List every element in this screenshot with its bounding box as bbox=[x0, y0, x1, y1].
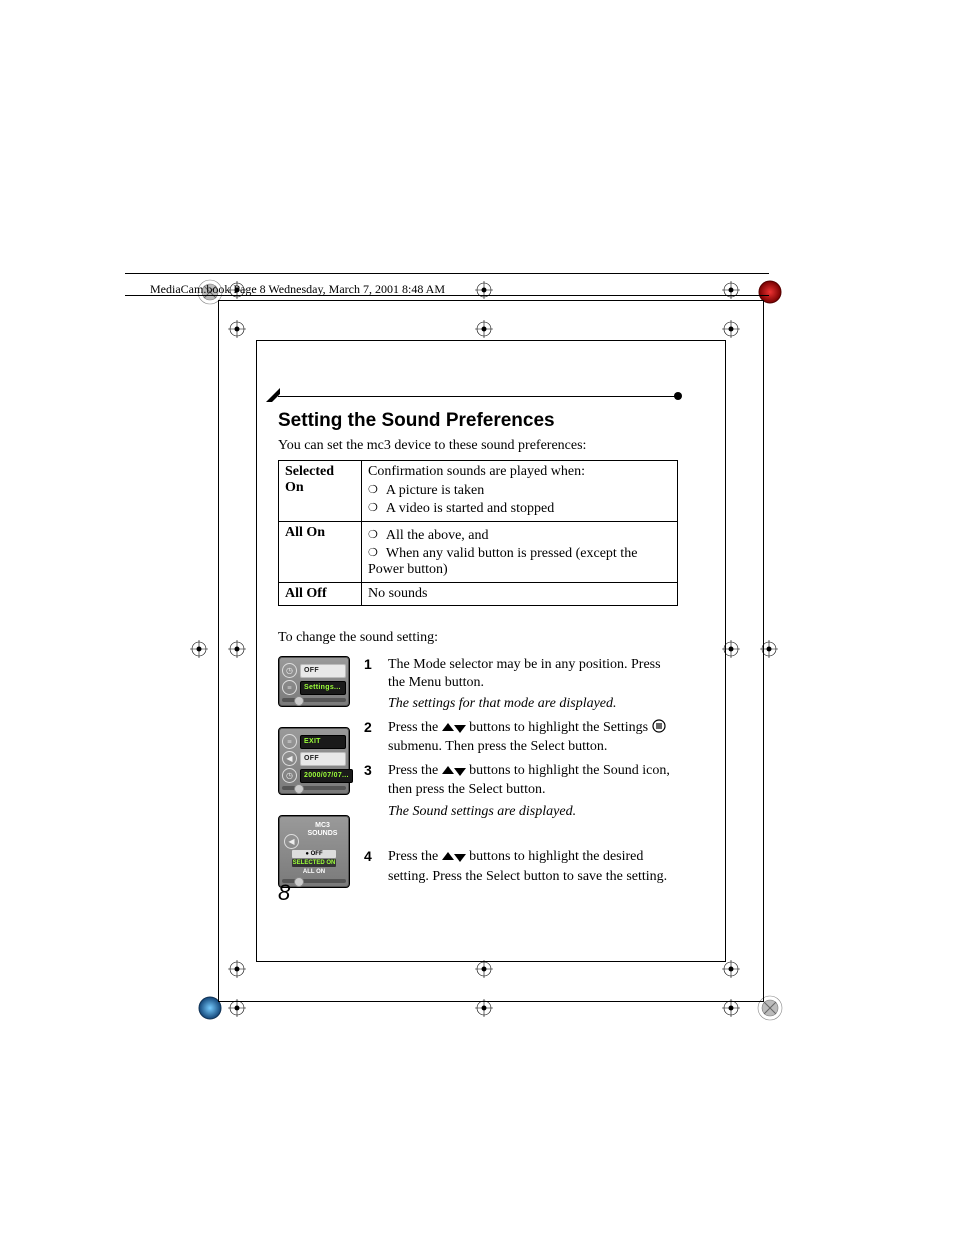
sound-icon: ◀ bbox=[284, 834, 299, 849]
page-content: Setting the Sound Preferences You can se… bbox=[278, 390, 678, 908]
divider-dot-icon bbox=[674, 392, 682, 400]
option-desc-intro: Confirmation sounds are played when: bbox=[368, 464, 585, 479]
lcd-scrollbar bbox=[282, 698, 346, 702]
step-3: 3 Press the buttons to highlight the Sou… bbox=[364, 762, 678, 821]
lcd-value: 2000/07/07... bbox=[300, 769, 353, 783]
menu-icon: ≡ bbox=[282, 680, 297, 695]
step-result: The Sound settings are displayed. bbox=[388, 803, 678, 821]
step-number: 3 bbox=[364, 762, 378, 821]
registration-mark-icon bbox=[475, 281, 493, 299]
option-description: Confirmation sounds are played when: A p… bbox=[362, 461, 678, 522]
option-bullet: All the above, and bbox=[368, 527, 671, 545]
lcd-option: SELECTED ON bbox=[292, 859, 336, 867]
divider-arrow-icon bbox=[266, 388, 280, 402]
lcd-screenshot-2: ≡ EXIT ◀ OFF ◷ 2000/07/07... bbox=[278, 727, 350, 795]
step-result: The settings for that mode are displayed… bbox=[388, 695, 678, 713]
lcd-scrollbar bbox=[282, 786, 346, 790]
intro-text: You can set the mc3 device to these soun… bbox=[278, 438, 678, 454]
table-row: All Off No sounds bbox=[279, 583, 678, 606]
section-divider bbox=[278, 390, 678, 402]
header-rule bbox=[125, 273, 769, 274]
lcd-value: OFF bbox=[300, 664, 346, 678]
option-description: No sounds bbox=[362, 583, 678, 606]
step-1: 1 The Mode selector may be in any positi… bbox=[364, 656, 678, 713]
lcd-value: EXIT bbox=[300, 735, 346, 749]
clock-icon: ◷ bbox=[282, 768, 297, 783]
menu-icon: ≡ bbox=[282, 734, 297, 749]
sound-options-table: Selected On Confirmation sounds are play… bbox=[278, 460, 678, 606]
step-number: 4 bbox=[364, 848, 378, 885]
change-intro: To change the sound setting: bbox=[278, 630, 678, 646]
up-down-arrows-icon bbox=[442, 721, 466, 739]
timer-icon: ◷ bbox=[282, 663, 297, 678]
step-text: The Mode selector may be in any position… bbox=[388, 656, 678, 691]
lcd-screenshot-3: ◀ MC3 SOUNDS ● OFF SELECTED ON ALL ON bbox=[278, 815, 350, 888]
lcd-value: Settings... bbox=[300, 681, 346, 695]
step-2: 2 Press the buttons to highlight the Set… bbox=[364, 719, 678, 756]
step-number: 2 bbox=[364, 719, 378, 756]
lcd-option: ● OFF bbox=[292, 850, 336, 858]
up-down-arrows-icon bbox=[442, 850, 466, 868]
step-text: Press the buttons to highlight the Sound… bbox=[388, 762, 678, 799]
option-bullet: When any valid button is pressed (except… bbox=[368, 545, 671, 579]
table-row: All On All the above, and When any valid… bbox=[279, 522, 678, 583]
page-header-text: MediaCam.book Page 8 Wednesday, March 7,… bbox=[150, 282, 445, 297]
sound-icon: ◀ bbox=[282, 751, 297, 766]
option-description: All the above, and When any valid button… bbox=[362, 522, 678, 583]
option-label: Selected On bbox=[279, 461, 362, 522]
lcd-option: ALL ON bbox=[292, 868, 336, 876]
lcd-screenshot-1: ◷ OFF ≡ Settings... bbox=[278, 656, 350, 707]
lcd-scrollbar bbox=[282, 879, 346, 883]
registration-mark-icon bbox=[722, 281, 740, 299]
registration-mark-icon bbox=[190, 640, 208, 658]
option-bullet: A picture is taken bbox=[368, 482, 671, 500]
lcd-value: OFF bbox=[300, 752, 346, 766]
step-4: 4 Press the buttons to highlight the des… bbox=[364, 848, 678, 885]
option-label: All Off bbox=[279, 583, 362, 606]
page-number: 8 bbox=[278, 880, 290, 906]
step-text: Press the buttons to highlight the desir… bbox=[388, 848, 678, 885]
section-title: Setting the Sound Preferences bbox=[278, 410, 678, 432]
option-bullet: A video is started and stopped bbox=[368, 500, 671, 518]
lcd-title: MC3 bbox=[282, 822, 346, 830]
option-label: All On bbox=[279, 522, 362, 583]
step-number: 1 bbox=[364, 656, 378, 713]
up-down-arrows-icon bbox=[442, 764, 466, 782]
step-text: Press the buttons to highlight the Setti… bbox=[388, 719, 678, 756]
table-row: Selected On Confirmation sounds are play… bbox=[279, 461, 678, 522]
settings-menu-icon bbox=[652, 719, 666, 739]
